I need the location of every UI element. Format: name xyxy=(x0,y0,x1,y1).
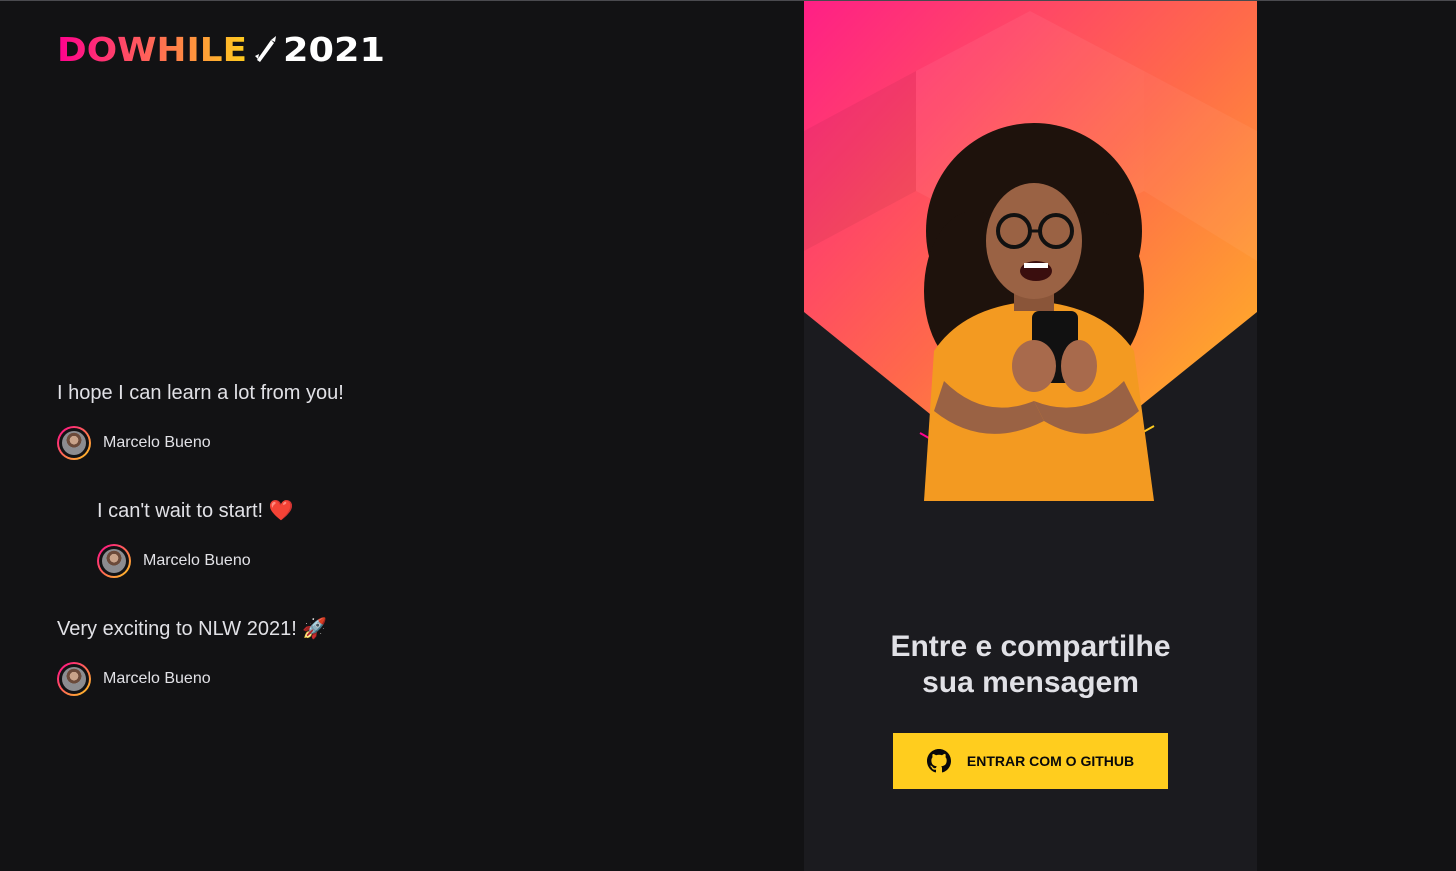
github-login-button[interactable]: ENTRAR COM O GITHUB xyxy=(893,733,1168,789)
message-author: Marcelo Bueno xyxy=(57,662,327,696)
login-panel: Entre e compartilhe sua mensagem ENTRAR … xyxy=(804,1,1257,871)
avatar xyxy=(57,426,91,460)
message-item: I hope I can learn a lot from you! Marce… xyxy=(57,381,344,460)
login-title-line-2: sua mensagem xyxy=(922,666,1139,699)
user-avatar-image xyxy=(62,667,86,691)
woman-with-phone-illustration xyxy=(924,123,1154,501)
dowhile-logo: DOWHILE 2021 xyxy=(57,32,385,64)
user-avatar-image xyxy=(102,549,126,573)
message-item: I can't wait to start! ❤️ Marcelo Bueno xyxy=(97,499,294,578)
user-name: Marcelo Bueno xyxy=(103,670,211,687)
message-item: Very exciting to NLW 2021! 🚀 Marcelo Bue… xyxy=(57,617,327,696)
message-text: I can't wait to start! ❤️ xyxy=(97,500,294,522)
svg-text:DOWHILE: DOWHILE xyxy=(57,32,247,64)
github-login-label: ENTRAR COM O GITHUB xyxy=(966,753,1135,769)
user-name: Marcelo Bueno xyxy=(103,434,211,451)
message-list-panel: DOWHILE 2021 I hope I can learn a lot fr… xyxy=(0,1,804,871)
login-title-line-1: Entre e compartilhe xyxy=(890,630,1171,663)
user-avatar-image xyxy=(62,431,86,455)
svg-text:2021: 2021 xyxy=(283,32,385,64)
page-margin xyxy=(1257,1,1456,871)
message-author: Marcelo Bueno xyxy=(57,426,344,460)
user-name: Marcelo Bueno xyxy=(143,552,251,569)
login-title: Entre e compartilhe sua mensagem xyxy=(804,629,1257,701)
avatar xyxy=(57,662,91,696)
message-author: Marcelo Bueno xyxy=(97,544,294,578)
github-icon xyxy=(926,749,951,773)
rocket-icon xyxy=(255,36,276,62)
avatar xyxy=(97,544,131,578)
message-text: Very exciting to NLW 2021! 🚀 xyxy=(57,618,328,640)
message-text: I hope I can learn a lot from you! xyxy=(57,382,344,404)
